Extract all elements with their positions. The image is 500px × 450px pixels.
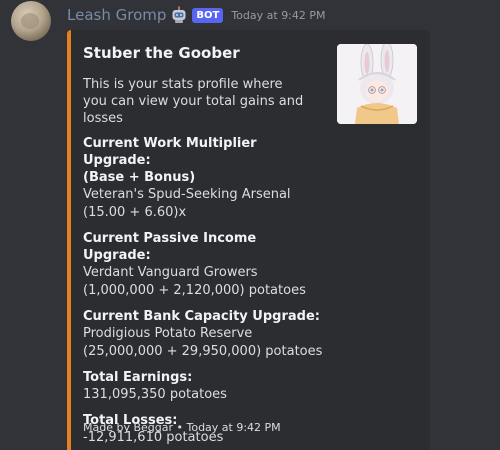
robot-icon [170,6,188,24]
stats-embed: Stuber the Goober This is your stats pro… [67,30,430,450]
field-work-multiplier: Current Work Multiplier Upgrade: (Base +… [83,135,323,222]
message-header: Leash Gromp BOT Today at 9:42 PM [67,5,326,25]
field-value: Prodigious Potato Reserve [83,326,253,341]
field-value: (25,000,000 + 29,950,000) potatoes [83,344,323,359]
author-avatar[interactable] [11,1,51,41]
field-bank-capacity: Current Bank Capacity Upgrade: Prodigiou… [83,308,323,361]
bot-badge: BOT [192,7,224,23]
description-line: you can view your total gains and losses [83,94,304,126]
field-value: Veteran's Spud-Seeking Arsenal [83,187,291,202]
field-total-earnings: Total Earnings: 131,095,350 potatoes [83,369,323,404]
field-name: (Base + Bonus) [83,170,196,185]
field-passive-income: Current Passive Income Upgrade: Verdant … [83,230,323,300]
field-value: (15.00 + 6.60)x [83,205,187,220]
embed-description: This is your stats profile where you can… [83,76,323,127]
embed-thumbnail[interactable] [337,44,417,124]
field-value: 131,095,350 potatoes [83,387,227,402]
field-value: Verdant Vanguard Growers [83,265,258,280]
message-timestamp[interactable]: Today at 9:42 PM [231,9,325,22]
embed-content: Stuber the Goober This is your stats pro… [83,44,323,447]
chat-message: Leash Gromp BOT Today at 9:42 PM Stuber … [0,0,500,450]
field-name: Current Work Multiplier Upgrade: [83,136,257,168]
description-line: This is your stats profile where [83,77,283,92]
field-name: Current Bank Capacity Upgrade: [83,309,320,324]
author-name[interactable]: Leash Gromp [67,6,166,24]
field-value: (1,000,000 + 2,120,000) potatoes [83,283,306,298]
field-name: Total Earnings: [83,370,193,385]
embed-footer: Made by Beggar • Today at 9:42 PM [83,421,281,434]
embed-title: Stuber the Goober [83,44,240,62]
field-name: Current Passive Income Upgrade: [83,231,257,263]
